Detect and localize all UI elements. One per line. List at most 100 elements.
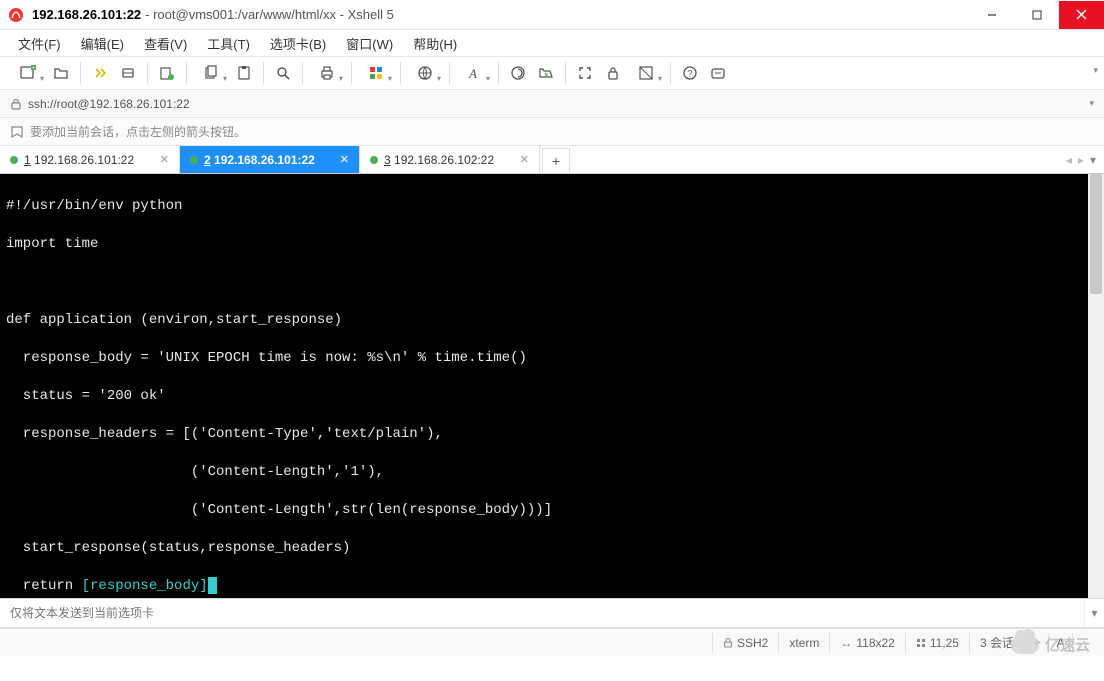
lock-icon [723, 638, 733, 648]
watermark: 亿速云 [1011, 634, 1090, 655]
svg-text:+: + [32, 65, 35, 71]
terminal-scrollbar[interactable] [1088, 174, 1104, 598]
separator [400, 62, 401, 84]
title-bar: 192.168.26.101:22 - root@vms001:/var/www… [0, 0, 1104, 30]
close-tab-icon[interactable]: ✕ [152, 153, 169, 166]
menu-file[interactable]: 文件(F) [10, 31, 69, 56]
status-term: xterm [778, 633, 829, 653]
watermark-text: 亿速云 [1045, 634, 1090, 655]
status-cursor: 11,25 [905, 633, 969, 653]
lock-icon [10, 98, 22, 110]
code-line: return [response_body] [6, 577, 1082, 596]
separator [449, 62, 450, 84]
code-line: start_response(status,response_headers) [6, 539, 1082, 558]
toolbar: +▾ ▾ ▾ ▾ ▾ A▾ ▾ ? ▾ [0, 56, 1104, 90]
session-tab-2[interactable]: 2 192.168.26.101:22 ✕ [180, 146, 360, 173]
menu-window[interactable]: 窗口(W) [338, 31, 401, 56]
tab-label: 2 192.168.26.101:22 [204, 153, 315, 167]
menu-tools[interactable]: 工具(T) [199, 31, 258, 56]
menu-view[interactable]: 查看(V) [136, 31, 195, 56]
window-controls [969, 1, 1104, 29]
color-scheme-button[interactable]: ▾ [358, 60, 394, 86]
terminal[interactable]: #!/usr/bin/env python import time def ap… [0, 174, 1088, 598]
separator [498, 62, 499, 84]
address-overflow[interactable]: ▾ [1089, 98, 1094, 109]
close-tab-icon[interactable]: ✕ [512, 153, 529, 166]
code-line: response_headers = [('Content-Type','tex… [6, 425, 1082, 444]
add-session-arrow-icon[interactable] [10, 125, 24, 139]
session-tab-1[interactable]: 1 192.168.26.101:22 ✕ [0, 146, 180, 173]
transparency-button[interactable]: ▾ [628, 60, 664, 86]
paste-button[interactable] [231, 60, 257, 86]
new-session-button[interactable]: +▾ [10, 60, 46, 86]
terminal-container: #!/usr/bin/env python import time def ap… [0, 174, 1104, 598]
copy-button[interactable]: ▾ [193, 60, 229, 86]
separator [351, 62, 352, 84]
close-button[interactable] [1059, 1, 1104, 29]
maximize-button[interactable] [1014, 1, 1059, 29]
tab-next-icon[interactable]: ▸ [1078, 153, 1084, 167]
print-button[interactable]: ▾ [309, 60, 345, 86]
svg-text:?: ? [687, 69, 692, 79]
separator [263, 62, 264, 84]
status-dot-icon [190, 156, 198, 164]
reconnect-button[interactable] [87, 60, 113, 86]
grid-icon [916, 638, 926, 648]
close-tab-icon[interactable]: ✕ [332, 153, 349, 166]
menu-tabs[interactable]: 选项卡(B) [262, 31, 334, 56]
title-host: 192.168.26.101:22 [32, 7, 141, 22]
code-line: response_body = 'UNIX EPOCH time is now:… [6, 349, 1082, 368]
code-line: import time [6, 235, 1082, 254]
lock-button[interactable] [600, 60, 626, 86]
help-button[interactable]: ? [677, 60, 703, 86]
status-size: ↔118x22 [829, 633, 904, 653]
separator [80, 62, 81, 84]
separator [670, 62, 671, 84]
code-line: status = '200 ok' [6, 387, 1082, 406]
open-button[interactable] [48, 60, 74, 86]
send-input-bar: ▾ [0, 598, 1104, 628]
encoding-button[interactable]: ▾ [407, 60, 443, 86]
xftp-button[interactable] [533, 60, 559, 86]
separator [302, 62, 303, 84]
resize-icon: ↔ [840, 636, 852, 650]
tip-bar: 要添加当前会话，点击左侧的箭头按钮。 [0, 118, 1104, 146]
compose-button[interactable] [705, 60, 731, 86]
cloud-icon [1011, 636, 1039, 654]
minimize-button[interactable] [969, 1, 1014, 29]
scrollbar-thumb[interactable] [1090, 174, 1102, 294]
code-line: #!/usr/bin/env python [6, 197, 1082, 216]
title-path: - root@vms001:/var/www/html/xx - Xshell … [145, 7, 394, 22]
tab-menu-icon[interactable]: ▾ [1090, 153, 1096, 167]
code-line: ('Content-Length',str(len(response_body)… [6, 501, 1082, 520]
separator [147, 62, 148, 84]
svg-text:A: A [468, 66, 477, 81]
menu-edit[interactable]: 编辑(E) [73, 31, 132, 56]
code-line: def application (environ,start_response) [6, 311, 1082, 330]
tab-prev-icon[interactable]: ◂ [1066, 153, 1072, 167]
send-input[interactable] [0, 600, 1084, 626]
session-tab-3[interactable]: 3 192.168.26.102:22 ✕ [360, 146, 540, 173]
tab-label: 3 192.168.26.102:22 [384, 153, 494, 167]
disconnect-button[interactable] [115, 60, 141, 86]
separator [186, 62, 187, 84]
session-tab-strip: 1 192.168.26.101:22 ✕ 2 192.168.26.101:2… [0, 146, 1104, 174]
send-target-dropdown[interactable]: ▾ [1084, 600, 1104, 626]
find-button[interactable] [270, 60, 296, 86]
tab-label: 1 192.168.26.101:22 [24, 153, 134, 167]
fullscreen-button[interactable] [572, 60, 598, 86]
toolbar-overflow[interactable]: ▾ [1093, 65, 1098, 76]
menu-help[interactable]: 帮助(H) [405, 31, 465, 56]
menu-bar: 文件(F) 编辑(E) 查看(V) 工具(T) 选项卡(B) 窗口(W) 帮助(… [0, 30, 1104, 56]
status-dot-icon [370, 156, 378, 164]
status-bar: SSH2 xterm ↔118x22 11,25 3 会话 ✦ A [0, 628, 1104, 656]
separator [565, 62, 566, 84]
tab-nav: ◂ ▸ ▾ [1058, 146, 1104, 173]
font-button[interactable]: A▾ [456, 60, 492, 86]
properties-button[interactable] [154, 60, 180, 86]
app-icon [8, 7, 24, 23]
address-bar[interactable]: ssh://root@192.168.26.101:22 ▾ [0, 90, 1104, 118]
add-tab-button[interactable]: + [542, 148, 570, 172]
xagent-button[interactable] [505, 60, 531, 86]
status-protocol: SSH2 [712, 633, 778, 653]
